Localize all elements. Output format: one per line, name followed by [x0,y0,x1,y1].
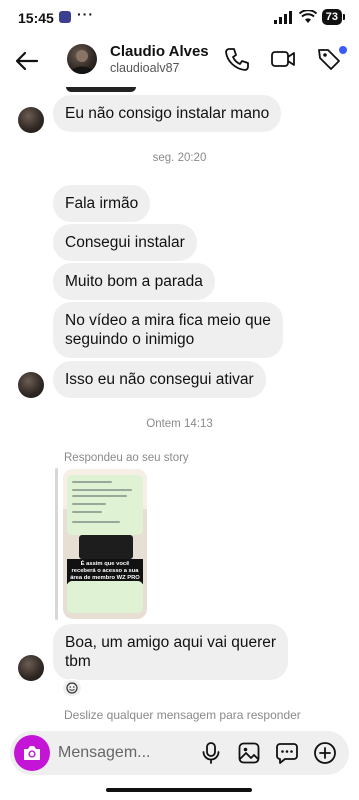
status-bar: 15:45 ··· 73 [0,0,359,34]
more-notifications-icon: ··· [77,6,94,22]
add-reaction-button[interactable] [62,679,82,697]
story-thumbnail-line [72,489,132,491]
signal-icon [273,10,292,24]
phone-icon[interactable] [224,46,250,72]
time-separator: Ontem 14:13 [146,418,213,430]
story-thumbnail-line [72,495,127,497]
battery-icon [343,14,345,20]
story-reply-bar [55,468,58,620]
sender-avatar[interactable] [18,372,44,398]
video-call-icon[interactable] [270,46,296,72]
story-thumbnail[interactable]: É assim que você receberá o acesso a sua… [63,469,147,619]
microphone-icon[interactable] [199,741,223,765]
app-notification-icon [59,11,71,23]
message-input[interactable] [58,742,188,764]
time-separator: seg. 20:20 [152,152,207,164]
message-bubble[interactable]: Eu não consigo instalar mano [53,95,282,132]
story-reply-label: Respondeu ao seu story [64,452,189,464]
story-thumbnail-footer [67,581,143,613]
story-thumbnail-message [67,475,143,535]
sender-avatar[interactable] [18,655,44,681]
contact-avatar[interactable] [67,44,97,74]
message-bubble[interactable]: No vídeo a mira fica meio que seguindo o… [53,302,283,358]
message-bubble[interactable]: Fala irmão [53,185,151,222]
camera-icon [24,746,40,760]
home-indicator[interactable] [106,788,252,792]
contact-name[interactable]: Claudio Alves [110,43,209,60]
story-thumbnail-line [72,521,120,523]
sticker-chat-icon[interactable] [275,741,299,765]
status-indicators: 73 [273,9,345,25]
battery-level: 73 [321,9,342,25]
status-time: 15:45 [18,10,54,26]
swipe-hint: Deslize qualquer mensagem para responder [64,708,301,722]
story-thumbnail-line [72,503,106,505]
message-bubble[interactable]: Boa, um amigo aqui vai querer tbm [53,624,289,680]
story-thumbnail-image [79,535,133,559]
message-bubble[interactable]: Isso eu não consegui ativar [53,361,266,398]
camera-button[interactable] [14,735,50,771]
contact-username[interactable]: claudioalv87 [110,61,180,75]
sender-avatar[interactable] [18,107,44,133]
message-bubble[interactable]: Muito bom a parada [53,263,215,300]
previous-message-fragment [66,87,136,92]
message-bubble[interactable]: Consegui instalar [53,224,197,261]
add-icon[interactable] [313,741,337,765]
story-thumbnail-line [72,481,112,483]
gallery-icon[interactable] [237,741,261,765]
story-thumbnail-line [72,511,102,513]
chat-header: Claudio Alves claudioalv87 [0,40,359,80]
wifi-icon [298,10,317,23]
message-composer [10,731,349,775]
emoji-icon [66,682,78,694]
back-arrow-icon[interactable] [14,48,40,74]
notification-dot [339,46,347,54]
